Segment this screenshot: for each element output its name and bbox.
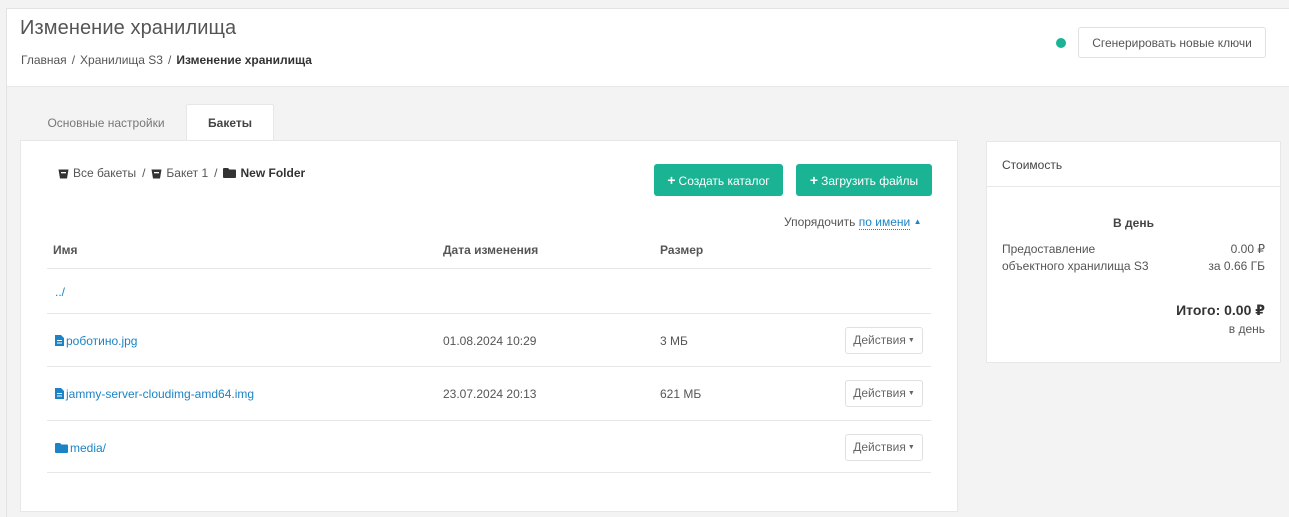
actions-dropdown-button[interactable]: Действия ▼ [845, 434, 923, 461]
column-header-date: Дата изменения [443, 243, 539, 257]
caret-down-icon: ▼ [907, 337, 915, 344]
table-row: jammy-server-cloudimg-amd64.img 23.07.20… [47, 366, 931, 420]
actions-dropdown-button[interactable]: Действия ▼ [845, 327, 923, 354]
table-row: media/ Действия ▼ [47, 420, 931, 473]
cost-item-volume: за 0.66 ГБ [1208, 259, 1265, 273]
folder-icon [223, 168, 237, 178]
file-link[interactable]: jammy-server-cloudimg-amd64.img [55, 387, 254, 401]
file-icon [55, 335, 64, 346]
file-size: 3 МБ [660, 334, 688, 348]
path-bucket[interactable]: Бакет 1 [166, 166, 208, 180]
file-date: 01.08.2024 10:29 [443, 334, 537, 348]
upload-files-button[interactable]: + Загрузить файлы [796, 164, 932, 196]
page-title: Изменение хранилища [20, 17, 237, 39]
file-date: 23.07.2024 20:13 [443, 387, 537, 401]
bucket-icon [151, 169, 162, 178]
actions-label: Действия [853, 386, 906, 400]
file-icon [55, 388, 64, 399]
breadcrumb-separator: / [71, 53, 76, 67]
breadcrumb-current: Изменение хранилища [176, 53, 312, 67]
file-link[interactable]: роботино.jpg [55, 334, 137, 348]
file-name: jammy-server-cloudimg-amd64.img [66, 387, 255, 401]
cost-title: Стоимость [987, 142, 1280, 187]
plus-icon: + [667, 172, 676, 188]
cost-item-price: 0.00 ₽ [1230, 242, 1265, 256]
bucket-path: Все бакеты / Бакет 1 / New Folder [58, 166, 305, 180]
plus-icon: + [809, 172, 819, 188]
status-indicator [1056, 38, 1066, 48]
caret-down-icon: ▼ [907, 444, 915, 451]
path-current-folder: New Folder [240, 166, 306, 180]
buckets-panel: Все бакеты / Бакет 1 / New Folder + Созда… [20, 140, 958, 512]
caret-up-icon[interactable]: ▲ [914, 217, 922, 226]
file-size: 621 МБ [660, 387, 702, 401]
cost-panel: Стоимость В день Предоставление объектно… [986, 141, 1281, 363]
actions-dropdown-button[interactable]: Действия ▼ [845, 380, 923, 407]
cost-total-period: в день [1228, 322, 1265, 336]
table-row-parent: ../ [47, 268, 931, 313]
path-separator: / [214, 166, 218, 180]
folder-icon [55, 443, 68, 453]
tab-buckets[interactable]: Бакеты [186, 104, 274, 141]
upload-files-label: Загрузить файлы [821, 174, 919, 188]
breadcrumb: Главная / Хранилища S3 / Изменение хранилища [21, 53, 312, 67]
parent-directory-link[interactable]: ../ [55, 285, 65, 299]
column-header-name: Имя [53, 243, 78, 257]
cost-item-name: Предоставление объектного хранилища S3 [1002, 242, 1149, 273]
caret-down-icon: ▼ [907, 390, 915, 397]
folder-link[interactable]: media/ [55, 441, 106, 455]
breadcrumb-separator: / [167, 53, 172, 67]
cost-total: Итого: 0.00 ₽ [1176, 302, 1265, 318]
create-folder-label: Создать каталог [678, 174, 770, 188]
path-all-buckets[interactable]: Все бакеты [73, 166, 136, 180]
sort-control: Упорядочить по имени ▲ [784, 215, 922, 230]
page-header: Изменение хранилища Главная / Хранилища S3… [7, 9, 1289, 87]
cost-period-label: В день [1113, 216, 1154, 230]
sort-by-link[interactable]: по имени [858, 215, 911, 230]
table-row: роботино.jpg 01.08.2024 10:29 3 МБ Дейст… [47, 313, 931, 366]
path-separator: / [142, 166, 146, 180]
folder-name: media/ [70, 441, 107, 455]
create-folder-button[interactable]: + Создать каталог [654, 164, 783, 196]
breadcrumb-storages[interactable]: Хранилища S3 [80, 53, 163, 67]
actions-label: Действия [853, 440, 906, 454]
bucket-icon [58, 169, 69, 178]
sort-label: Упорядочить [784, 215, 856, 229]
cost-item-values: 0.00 ₽ за 0.66 ГБ [1208, 241, 1265, 275]
column-header-size: Размер [660, 243, 704, 257]
actions-label: Действия [853, 333, 906, 347]
breadcrumb-home[interactable]: Главная [21, 53, 67, 67]
tab-basic-settings[interactable]: Основные настройки [28, 105, 184, 141]
file-name: роботино.jpg [66, 334, 138, 348]
generate-keys-button[interactable]: Сгенерировать новые ключи [1078, 27, 1266, 58]
